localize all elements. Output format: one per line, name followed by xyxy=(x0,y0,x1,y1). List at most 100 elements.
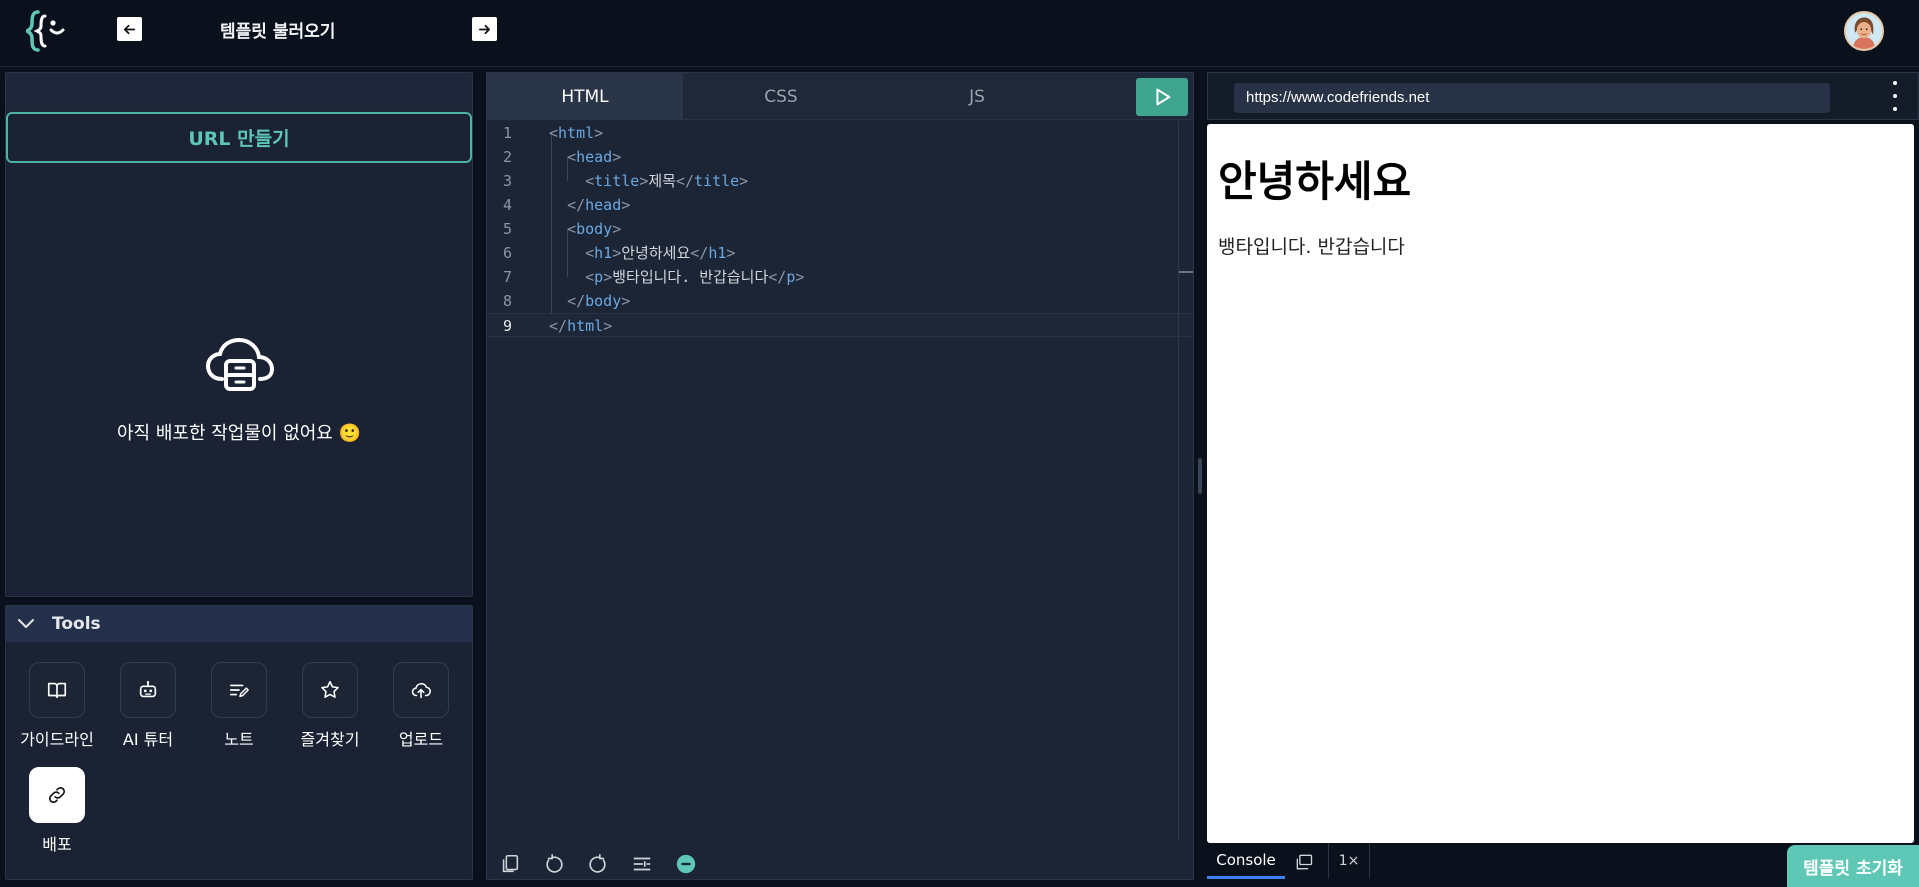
code-text: <title>제목</title> xyxy=(549,169,748,193)
code-text: <html> xyxy=(549,121,603,145)
code-bracket: < xyxy=(585,172,595,190)
codefriends-logo-icon[interactable] xyxy=(23,8,70,54)
tools-header[interactable]: Tools xyxy=(6,606,472,642)
zoom-level[interactable]: 1× xyxy=(1328,843,1370,879)
make-url-button[interactable]: URL 만들기 xyxy=(6,112,472,163)
code-bracket: </ xyxy=(567,292,586,310)
settings-sliders-icon xyxy=(633,857,651,871)
tool-label: 가이드라인 xyxy=(20,730,94,749)
editor-tabs: HTML CSS JS xyxy=(487,73,1193,120)
tool-ai-tutor[interactable]: AI 튜터 xyxy=(102,662,194,750)
console-tab[interactable]: Console xyxy=(1207,843,1285,879)
forward-button[interactable] xyxy=(472,17,497,41)
zoom-out-button[interactable] xyxy=(671,849,701,879)
code-tag-name: title xyxy=(594,172,640,190)
code-bracket: </ xyxy=(549,317,568,335)
user-avatar[interactable] xyxy=(1844,11,1884,51)
tool-label: AI 튜터 xyxy=(122,730,174,749)
code-line[interactable]: 9 </html> xyxy=(487,313,1193,337)
address-bar: https://www.codefriends.net xyxy=(1207,72,1919,120)
code-bracket: > xyxy=(621,196,631,214)
editor-scrollbar[interactable] xyxy=(1178,121,1179,841)
reset-template-button[interactable]: 템플릿 초기화 xyxy=(1787,845,1919,887)
format-button[interactable] xyxy=(627,849,657,879)
redo-icon xyxy=(589,854,606,873)
code-line[interactable]: 2 <head> xyxy=(487,145,1193,169)
tab-js[interactable]: JS xyxy=(879,73,1075,120)
code-tag-name: head xyxy=(585,196,622,214)
deploy-panel-header xyxy=(6,73,472,111)
cloud-storage-icon xyxy=(204,335,276,395)
scroll-marker xyxy=(1179,271,1193,273)
more-options-icon[interactable] xyxy=(1890,81,1900,111)
top-bar: 템플릿 불러오기 xyxy=(0,0,1919,67)
tool-deploy[interactable]: 배포 xyxy=(11,767,103,855)
window-icon[interactable] xyxy=(1291,849,1317,875)
code-text: <body> xyxy=(549,217,621,241)
code-bracket: < xyxy=(585,268,595,286)
note-edit-icon[interactable] xyxy=(211,662,267,718)
line-number: 4 xyxy=(502,196,512,214)
code-line[interactable]: 4 </head> xyxy=(487,193,1193,217)
play-icon xyxy=(1156,88,1171,106)
line-number: 5 xyxy=(502,220,512,238)
star-icon[interactable] xyxy=(302,662,358,718)
cloud-upload-icon[interactable] xyxy=(393,662,449,718)
run-button[interactable] xyxy=(1136,78,1188,116)
preview-paragraph: 뱅타입니다. 반갑습니다 xyxy=(1218,236,1405,258)
preview-viewport[interactable]: 안녕하세요 뱅타입니다. 반갑습니다 xyxy=(1207,124,1914,843)
code-tag-name: p xyxy=(594,268,604,286)
minus-circle-icon xyxy=(676,854,696,874)
code-bracket: > xyxy=(603,268,613,286)
code-line[interactable]: 5 <body> xyxy=(487,217,1193,241)
code-tag-name: html xyxy=(567,317,604,335)
tool-upload[interactable]: 업로드 xyxy=(375,662,467,750)
code-bracket: > xyxy=(726,244,736,262)
tool-favorites[interactable]: 즐겨찾기 xyxy=(284,662,376,750)
panel-resize-handle[interactable] xyxy=(1198,458,1202,494)
tab-css[interactable]: CSS xyxy=(683,73,879,120)
code-bracket: > xyxy=(612,244,622,262)
deploy-panel: URL 만들기 아직 배포한 작업물이 없어요 🙂 xyxy=(5,72,473,597)
code-content: 뱅타입니다. 반갑습니다 xyxy=(612,268,769,286)
tab-html[interactable]: HTML xyxy=(487,73,683,120)
line-number: 1 xyxy=(502,124,512,142)
empty-deploy-message: 아직 배포한 작업물이 없어요 🙂 xyxy=(116,423,362,444)
undo-button[interactable] xyxy=(539,849,569,879)
tool-note[interactable]: 노트 xyxy=(193,662,285,750)
code-bracket: > xyxy=(739,172,749,190)
code-bracket: </ xyxy=(675,172,695,190)
chevron-down-icon xyxy=(18,619,34,628)
book-icon[interactable] xyxy=(29,662,85,718)
code-line[interactable]: 7 <p>뱅타입니다. 반갑습니다</p> xyxy=(487,265,1193,289)
undo-icon xyxy=(546,854,563,873)
code-text: </head> xyxy=(549,193,630,217)
code-line[interactable]: 6 <h1>안녕하세요</h1> xyxy=(487,241,1193,265)
code-tag-name: title xyxy=(694,172,740,190)
robot-icon[interactable] xyxy=(120,662,176,718)
code-line[interactable]: 8 </body> xyxy=(487,289,1193,313)
copy-icon xyxy=(502,854,519,873)
code-bracket: </ xyxy=(567,196,586,214)
code-line[interactable]: 1 <html> xyxy=(487,121,1193,145)
redo-button[interactable] xyxy=(583,849,613,879)
code-area[interactable]: 1 <html> 2 <head> 3 <title>제목</title> 4 </he… xyxy=(487,121,1193,337)
preview-heading: 안녕하세요 xyxy=(1218,157,1412,206)
code-text: <h1>안녕하세요</h1> xyxy=(549,241,735,265)
tool-label: 배포 xyxy=(42,835,72,854)
code-text: </html> xyxy=(549,314,612,338)
code-line[interactable]: 3 <title>제목</title> xyxy=(487,169,1193,193)
url-input[interactable]: https://www.codefriends.net xyxy=(1234,83,1830,113)
back-button[interactable] xyxy=(117,17,142,41)
code-tag-name: body xyxy=(585,292,622,310)
tool-label: 즐겨찾기 xyxy=(300,730,360,749)
link-icon[interactable] xyxy=(29,767,85,823)
copy-button[interactable] xyxy=(495,849,525,879)
tool-guideline[interactable]: 가이드라인 xyxy=(11,662,103,750)
template-title: 템플릿 불러오기 xyxy=(220,22,336,42)
